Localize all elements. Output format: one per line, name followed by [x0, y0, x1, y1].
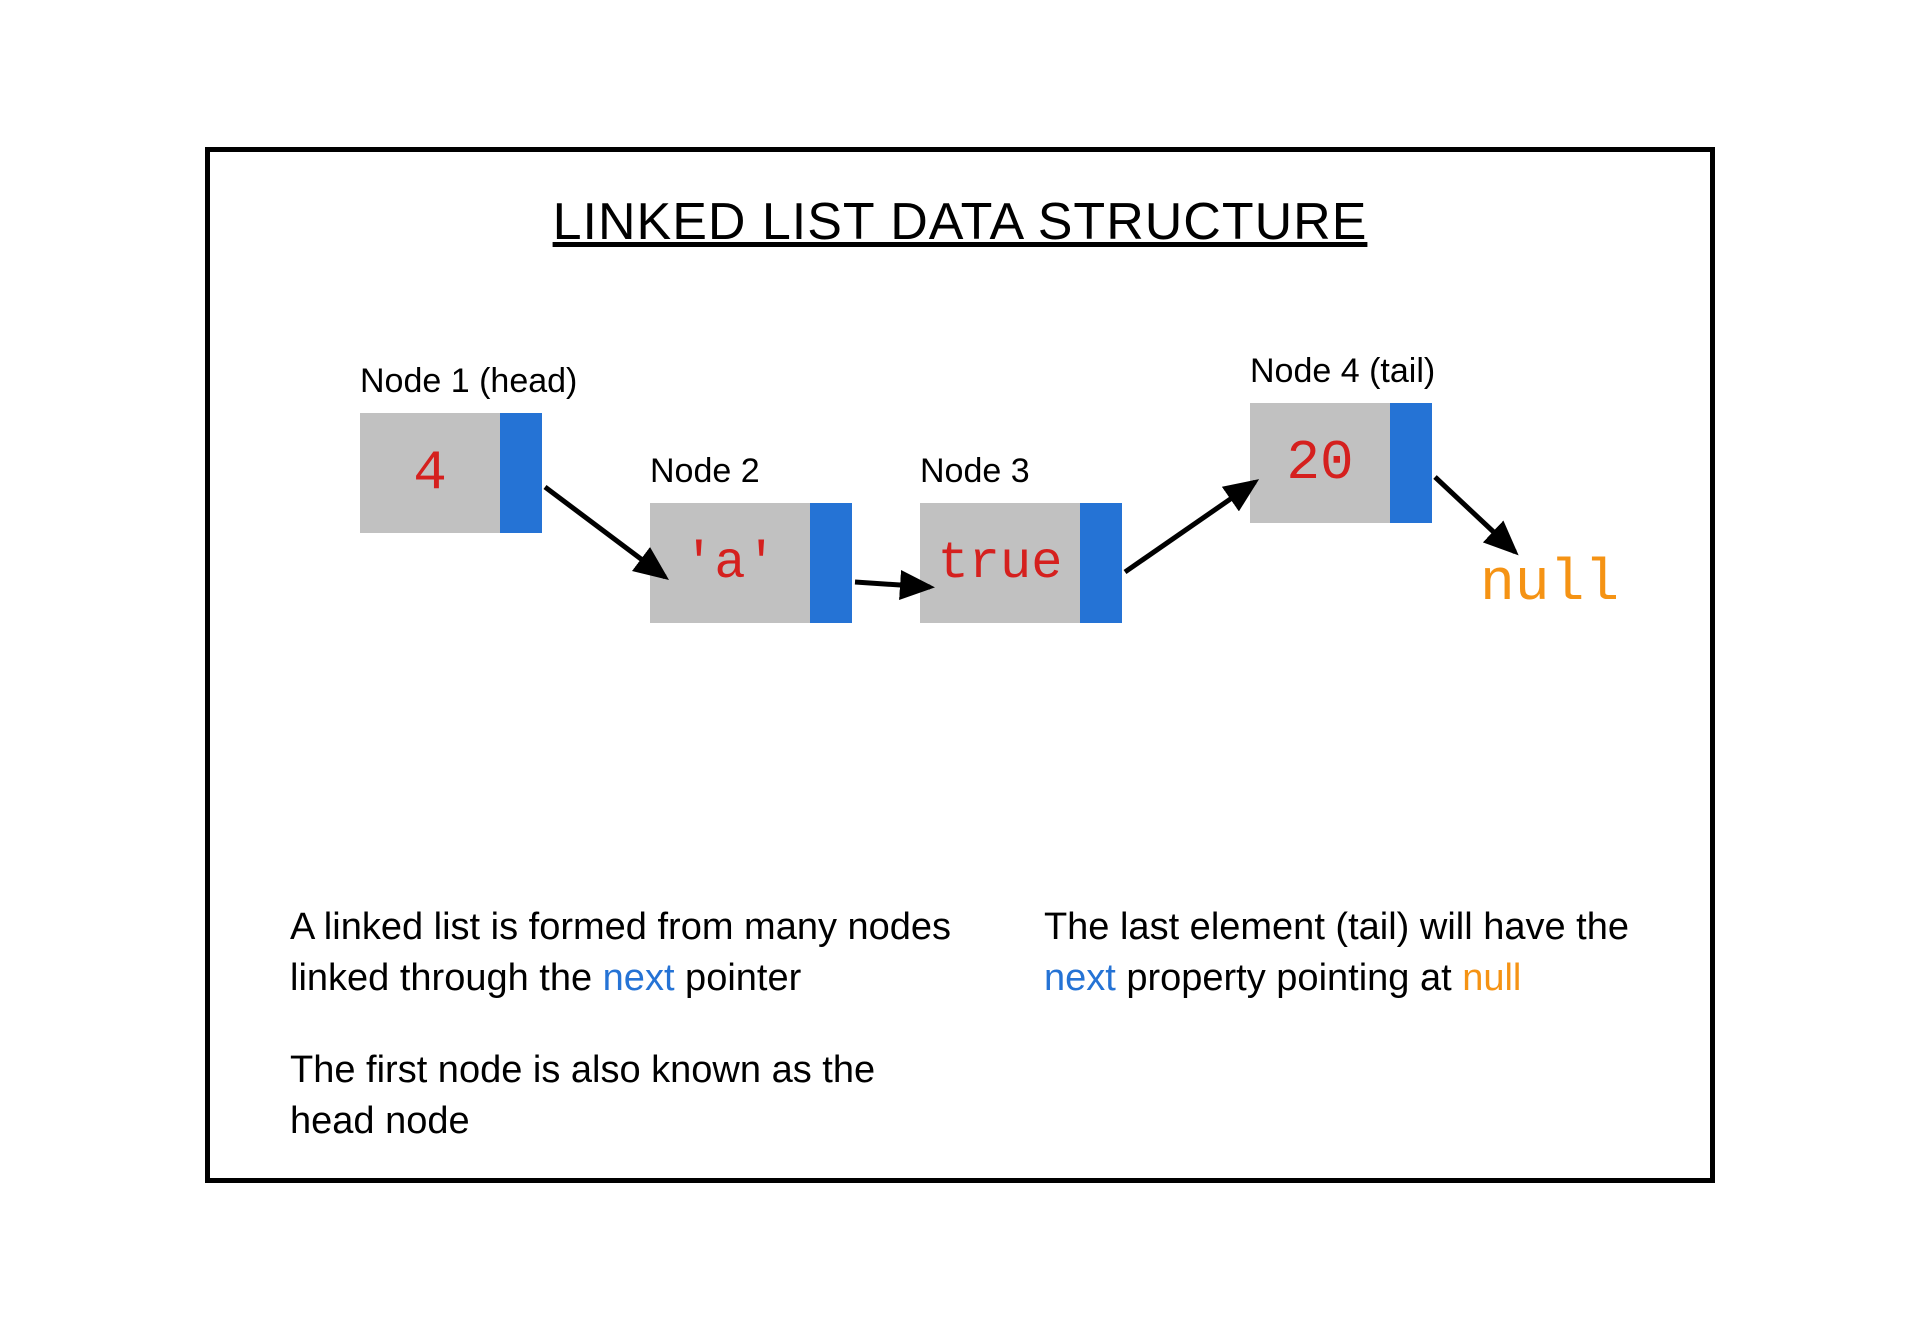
- node-2-box: 'a': [650, 503, 852, 623]
- node-1: Node 1 (head) 4: [360, 362, 577, 533]
- node-2-label: Node 2: [650, 452, 760, 491]
- node-3-box: true: [920, 503, 1122, 623]
- node-1-next-pointer: [500, 413, 542, 533]
- description-left: A linked list is formed from many nodes …: [290, 902, 964, 1187]
- node-4-box: 20: [1250, 403, 1432, 523]
- desc-text: pointer: [675, 957, 802, 999]
- desc-text: The first node is also known as the head…: [290, 1049, 875, 1142]
- keyword-next: next: [603, 957, 675, 999]
- node-1-value: 4: [360, 413, 500, 533]
- node-3: Node 3 true: [920, 452, 1122, 623]
- node-3-next-pointer: [1080, 503, 1122, 623]
- node-4-value: 20: [1250, 403, 1390, 523]
- keyword-null: null: [1462, 957, 1521, 999]
- linked-list-diagram: Node 1 (head) 4 Node 2 'a' Node 3 true N…: [270, 362, 1650, 742]
- desc-text: The last element (tail) will have the: [1044, 906, 1629, 948]
- node-2-value: 'a': [650, 503, 810, 623]
- node-4-next-pointer: [1390, 403, 1432, 523]
- diagram-title: LINKED LIST DATA STRUCTURE: [270, 192, 1650, 252]
- null-terminator: null: [1480, 552, 1619, 617]
- arrow-4-null: [1435, 477, 1515, 552]
- node-3-value: true: [920, 503, 1080, 623]
- diagram-frame: LINKED LIST DATA STRUCTURE Node 1 (head)…: [205, 147, 1715, 1183]
- description-right: The last element (tail) will have the ne…: [1044, 902, 1630, 1187]
- desc-head-node: The first node is also known as the head…: [290, 1045, 964, 1148]
- node-3-label: Node 3: [920, 452, 1030, 491]
- description-area: A linked list is formed from many nodes …: [270, 902, 1650, 1187]
- desc-linked-list: A linked list is formed from many nodes …: [290, 902, 964, 1005]
- node-4: Node 4 (tail) 20: [1250, 352, 1435, 523]
- node-2: Node 2 'a': [650, 452, 852, 623]
- arrow-3-4: [1125, 482, 1255, 572]
- node-4-label: Node 4 (tail): [1250, 352, 1435, 391]
- desc-text: property pointing at: [1116, 957, 1462, 999]
- node-1-box: 4: [360, 413, 542, 533]
- keyword-next: next: [1044, 957, 1116, 999]
- node-2-next-pointer: [810, 503, 852, 623]
- arrow-2-3: [855, 582, 930, 587]
- node-1-label: Node 1 (head): [360, 362, 577, 401]
- desc-tail-null: The last element (tail) will have the ne…: [1044, 902, 1630, 1005]
